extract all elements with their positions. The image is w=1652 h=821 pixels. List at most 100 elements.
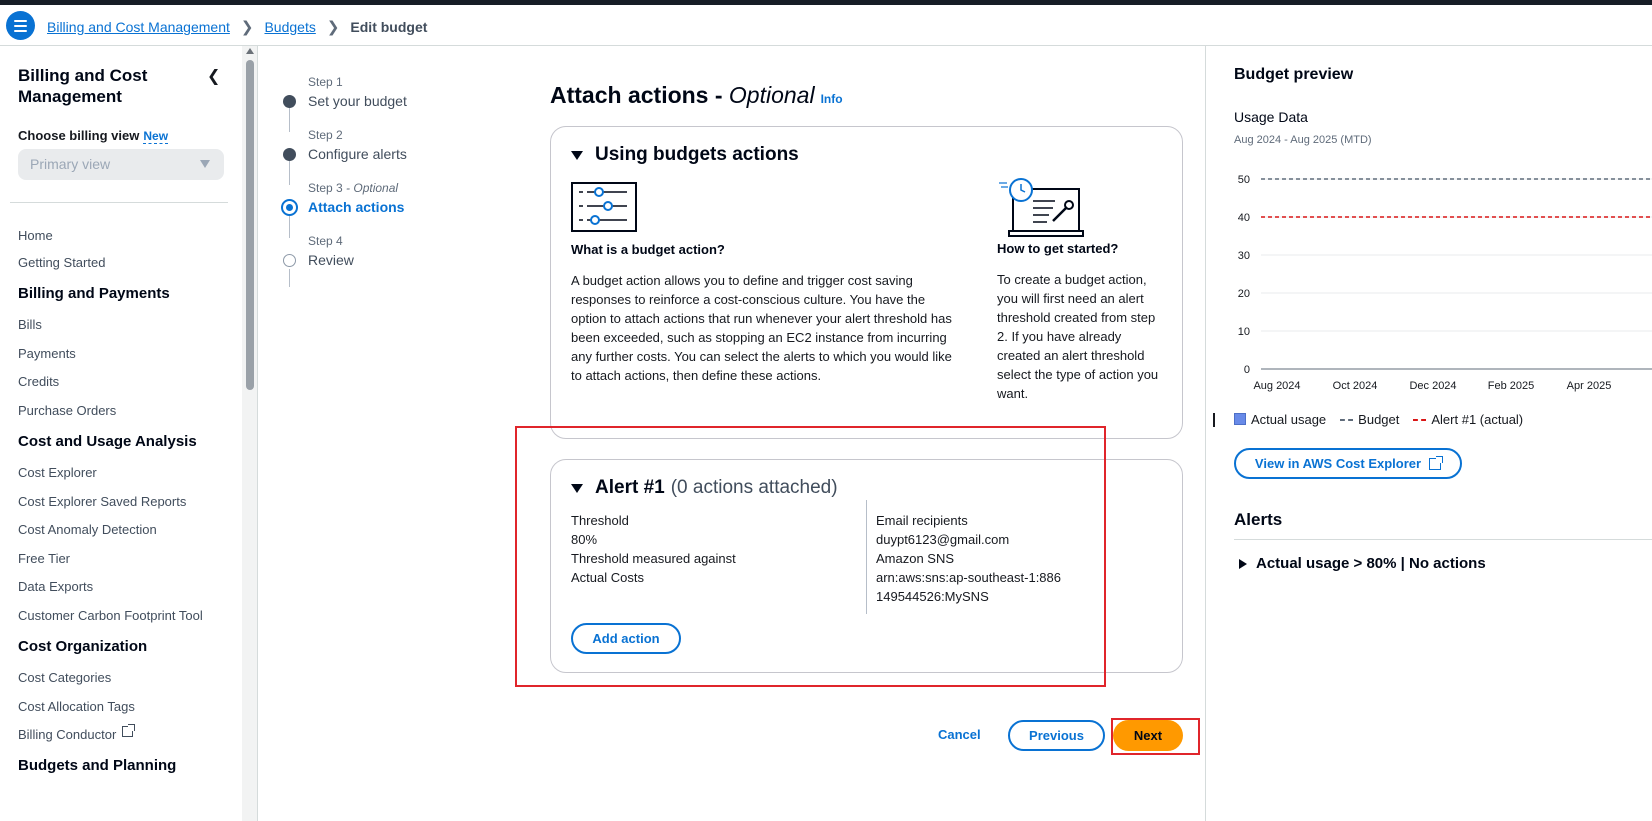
scrollbar-thumb[interactable] <box>246 60 254 390</box>
chevron-right-icon: ❯ <box>240 19 254 36</box>
step-4-name: Review <box>308 252 354 268</box>
highlight-box <box>1111 718 1200 755</box>
laptop-tools-icon <box>997 177 1167 239</box>
step-3-optional: - Optional <box>342 181 399 195</box>
usage-data-title: Usage Data <box>1234 109 1308 125</box>
y-tick-label: 40 <box>1238 212 1250 224</box>
legend-swatch <box>1234 413 1246 425</box>
chart-legend: Actual usage Budget Alert #1 (actual) <box>1234 412 1523 427</box>
highlight-box <box>515 426 1106 687</box>
sidebar-section-billing-payments: Billing and Payments <box>18 285 170 302</box>
chevron-right-icon: ❯ <box>326 19 340 36</box>
step-2-name[interactable]: Configure alerts <box>308 146 407 162</box>
sidebar-item-credits[interactable]: Credits <box>18 374 59 389</box>
legend-dash-red <box>1413 419 1427 421</box>
what-text: A budget action allows you to define and… <box>571 273 952 383</box>
billing-view-label: Choose billing view New <box>18 128 169 144</box>
sidebar-title: Billing and Cost Management <box>18 66 148 106</box>
alert-summary-item[interactable]: Actual usage > 80% | No actions <box>1239 555 1486 572</box>
step-connector <box>289 160 290 185</box>
legend-dash <box>1340 419 1354 421</box>
step-1-name[interactable]: Set your budget <box>308 93 407 109</box>
sidebar-item-saved-reports[interactable]: Cost Explorer Saved Reports <box>18 494 186 509</box>
alert-summary-text: Actual usage > 80% | No actions <box>1256 555 1486 572</box>
x-tick-label: Aug 2024 <box>1253 380 1300 392</box>
breadcrumb-budgets-link[interactable]: Budgets <box>264 19 315 35</box>
scroll-up-arrow-icon[interactable] <box>246 48 254 54</box>
alerts-heading: Alerts <box>1234 510 1283 529</box>
sidebar-item-cost-allocation-tags[interactable]: Cost Allocation Tags <box>18 699 135 714</box>
page-title-optional: Optional <box>728 82 815 108</box>
billing-view-label-text: Choose billing view <box>18 128 140 143</box>
view-cost-explorer-button[interactable]: View in AWS Cost Explorer <box>1234 448 1462 479</box>
collapse-sidebar-icon[interactable]: ❮ <box>207 66 220 86</box>
sidebar-item-cost-categories[interactable]: Cost Categories <box>18 670 111 685</box>
sidebar-item-purchase-orders[interactable]: Purchase Orders <box>18 403 116 418</box>
what-heading: What is a budget action? <box>571 242 725 257</box>
settings-sliders-icon <box>571 182 961 234</box>
sidebar-section-budgets-planning: Budgets and Planning <box>18 757 177 774</box>
sidebar-section-cost-organization: Cost Organization <box>18 638 148 655</box>
sidebar-item-payments[interactable]: Payments <box>18 346 76 361</box>
step-pending-icon <box>283 254 296 267</box>
budget-preview-panel: Budget preview Usage Data Aug 2024 - Aug… <box>1205 46 1652 821</box>
sidebar-item-data-exports[interactable]: Data Exports <box>18 579 93 594</box>
cost-explorer-label: View in AWS Cost Explorer <box>1254 456 1422 471</box>
breadcrumb-current: Edit budget <box>350 19 428 35</box>
step-4-label: Step 4 <box>308 234 343 248</box>
preview-title: Budget preview <box>1234 66 1354 83</box>
step-connector <box>289 269 290 287</box>
sidebar-item-carbon-footprint[interactable]: Customer Carbon Footprint Tool <box>18 608 203 623</box>
legend-budget[interactable]: Budget <box>1340 412 1399 427</box>
sidebar-item-bills[interactable]: Bills <box>18 317 42 332</box>
sidebar-divider <box>10 202 228 203</box>
x-tick-label: Oct 2024 <box>1333 380 1378 392</box>
x-tick-label: Dec 2024 <box>1409 380 1456 392</box>
sidebar-item-cost-explorer[interactable]: Cost Explorer <box>18 465 97 480</box>
top-bar: Billing and Cost Management ❯ Budgets ❯ … <box>0 5 1652 46</box>
sidebar: Billing and Cost Management ❮ Choose bil… <box>0 46 242 821</box>
y-tick-label: 10 <box>1238 326 1250 338</box>
using-budget-actions-panel: Using budgets actions What is a budget a… <box>550 126 1183 439</box>
how-heading: How to get started? <box>997 241 1119 256</box>
sidebar-item-billing-conductor[interactable]: Billing Conductor <box>18 724 136 742</box>
sidebar-item-getting-started[interactable]: Getting Started <box>18 255 105 270</box>
y-tick-label: 0 <box>1244 364 1250 376</box>
using-heading: Using budgets actions <box>595 144 799 165</box>
page-title: Attach actions - Optional Info <box>550 82 843 109</box>
new-badge[interactable]: New <box>143 129 169 144</box>
step-connector <box>289 216 290 238</box>
previous-button[interactable]: Previous <box>1008 720 1105 751</box>
breadcrumb-billing-link[interactable]: Billing and Cost Management <box>47 19 230 35</box>
step-2-label: Step 2 <box>308 128 343 142</box>
legend-alert-label: Alert #1 (actual) <box>1431 412 1524 427</box>
legend-budget-label: Budget <box>1358 412 1400 427</box>
step-complete-icon <box>283 148 296 161</box>
step-current-icon <box>281 199 298 216</box>
step-complete-icon <box>283 95 296 108</box>
page-title-text: Attach actions - <box>550 82 729 108</box>
sidebar-item-cost-anomaly[interactable]: Cost Anomaly Detection <box>18 522 157 537</box>
x-tick-label: Feb 2025 <box>1488 380 1534 392</box>
legend-actual-label: Actual usage <box>1251 412 1327 427</box>
info-link[interactable]: Info <box>821 92 843 106</box>
legend-alert[interactable]: Alert #1 (actual) <box>1413 412 1523 427</box>
caret-down-icon <box>571 150 583 160</box>
cancel-button[interactable]: Cancel <box>938 727 981 742</box>
hamburger-menu-icon[interactable] <box>6 11 35 40</box>
y-tick-label: 20 <box>1238 288 1250 300</box>
expandable-header[interactable]: Using budgets actions <box>571 144 799 166</box>
what-column: What is a budget action? A budget action… <box>571 182 961 385</box>
billing-view-select[interactable]: Primary view <box>18 149 224 180</box>
usage-chart: 0 10 20 30 40 50 Aug 2024 Oct 2024 Dec 2024 Feb 2… <box>1238 174 1652 392</box>
sidebar-scrollbar[interactable] <box>242 46 258 821</box>
alerts-divider <box>1234 539 1652 540</box>
date-range: Aug 2024 - Aug 2025 (MTD) <box>1234 134 1372 146</box>
x-tick-label: Apr 2025 <box>1567 380 1612 392</box>
sidebar-item-home[interactable]: Home <box>18 228 53 243</box>
y-tick-label: 30 <box>1238 250 1250 262</box>
legend-actual-usage[interactable]: Actual usage <box>1234 412 1326 427</box>
how-text: To create a budget action, you will firs… <box>997 272 1159 401</box>
sidebar-item-free-tier[interactable]: Free Tier <box>18 551 70 566</box>
step-connector <box>289 107 290 132</box>
